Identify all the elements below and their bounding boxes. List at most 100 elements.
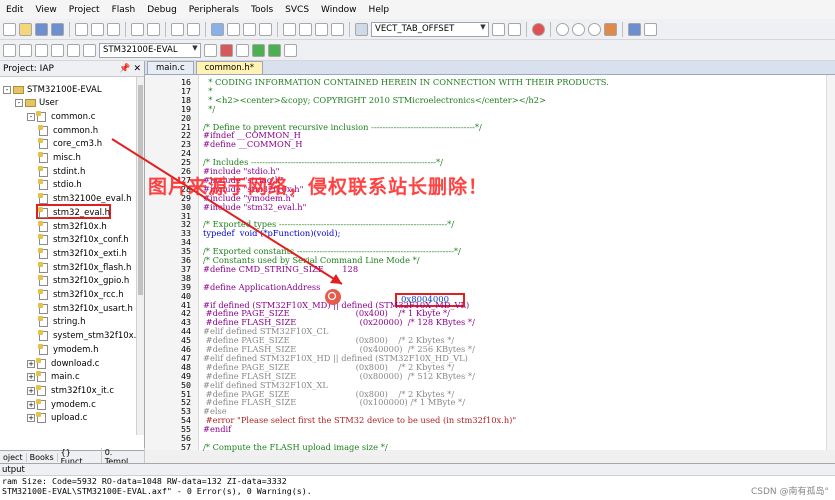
select-packs-icon[interactable] — [284, 43, 297, 57]
stop-build-icon[interactable] — [67, 43, 80, 57]
project-scrollbar[interactable] — [136, 77, 144, 435]
expand-toggle-icon[interactable]: - — [3, 85, 11, 94]
tree-item-label: STM32100E-EVAL — [27, 84, 102, 95]
chevron-down-icon[interactable]: ▼ — [478, 23, 488, 36]
tree-item[interactable]: stm32f10x_usart.h — [38, 302, 133, 315]
expand-toggle-icon[interactable]: - — [27, 112, 35, 121]
nav-forward-icon[interactable] — [187, 22, 200, 36]
expand-toggle-icon[interactable]: + — [27, 373, 35, 382]
tree-item[interactable]: stm32f10x_conf.h — [38, 234, 129, 247]
editor-scrollbar[interactable] — [826, 75, 835, 450]
manage-components-icon[interactable] — [220, 43, 233, 57]
tree-item[interactable]: + stm32f10x_it.c — [27, 384, 114, 397]
menu-svcs[interactable]: SVCS — [279, 5, 315, 15]
unindent-icon[interactable] — [299, 22, 312, 36]
tree-item[interactable]: - common.c — [27, 110, 95, 123]
tree-item[interactable]: stdio.h — [38, 179, 82, 192]
menu-debug[interactable]: Debug — [141, 5, 183, 15]
menu-window[interactable]: Window — [315, 5, 363, 15]
comment-icon[interactable] — [315, 22, 328, 36]
indent-icon[interactable] — [283, 22, 296, 36]
bookmark-icon[interactable] — [211, 22, 224, 36]
tree-item[interactable]: - User — [15, 97, 58, 110]
chevron-down-icon[interactable]: ▼ — [190, 44, 200, 57]
cut-icon[interactable] — [75, 22, 88, 36]
find-combo[interactable]: VECT_TAB_OFFSET ▼ — [371, 21, 489, 37]
editor-tab[interactable]: main.c — [147, 61, 194, 74]
header-file-icon — [38, 289, 48, 300]
tree-item[interactable]: common.h — [38, 124, 98, 137]
bookmark-next-icon[interactable] — [243, 22, 256, 36]
menu-project[interactable]: Project — [63, 5, 106, 15]
scrollbar-thumb[interactable] — [138, 85, 143, 295]
new-file-icon[interactable] — [3, 22, 16, 36]
menu-flash[interactable]: Flash — [106, 5, 142, 15]
tree-item[interactable]: stm32_eval.h — [38, 206, 110, 219]
panel-tab[interactable]: oject — [0, 452, 27, 462]
tree-item[interactable]: misc.h — [38, 152, 81, 165]
translate-icon[interactable] — [3, 43, 16, 57]
file-extensions-icon[interactable] — [236, 43, 249, 57]
bookmark-prev-icon[interactable] — [227, 22, 240, 36]
rebuild-icon[interactable] — [35, 43, 48, 57]
tree-item[interactable]: stdint.h — [38, 165, 85, 178]
tree-item[interactable]: stm32f10x_gpio.h — [38, 275, 129, 288]
expand-toggle-icon[interactable]: - — [15, 99, 23, 108]
target-combo[interactable]: STM32100E-EVAL ▼ — [99, 42, 201, 58]
menu-edit[interactable]: Edit — [0, 5, 29, 15]
tree-item[interactable]: - STM32100E-EVAL — [3, 83, 102, 96]
tree-item[interactable]: + ymodem.c — [27, 398, 96, 411]
save-icon[interactable] — [35, 22, 48, 36]
download-icon[interactable] — [83, 43, 96, 57]
menu-view[interactable]: View — [29, 5, 62, 15]
expand-toggle-icon[interactable]: + — [27, 400, 35, 409]
tree-item[interactable]: ymodem.h — [38, 343, 99, 356]
header-file-icon — [38, 316, 48, 328]
redo-icon[interactable] — [147, 22, 160, 36]
debug-start-icon[interactable] — [532, 22, 545, 36]
code-area[interactable]: 0x8004000 * CODING INFORMATION CONTAINED… — [199, 75, 835, 451]
tree-item[interactable]: stm32f10x.h — [38, 220, 107, 233]
close-icon[interactable]: ✕ — [133, 64, 141, 74]
expand-toggle-icon[interactable]: + — [27, 386, 35, 395]
copy-icon[interactable] — [91, 22, 104, 36]
build-icon[interactable] — [19, 43, 32, 57]
settings-icon[interactable] — [644, 22, 657, 36]
menu-peripherals[interactable]: Peripherals — [183, 5, 245, 15]
undo-icon[interactable] — [131, 22, 144, 36]
tree-item[interactable]: + upload.c — [27, 412, 87, 425]
expand-toggle-icon[interactable]: + — [27, 414, 35, 423]
tree-item[interactable]: stm32100e_eval.h — [38, 193, 131, 206]
tree-item[interactable]: stm32f10x_rcc.h — [38, 289, 124, 302]
batch-build-icon[interactable] — [51, 43, 64, 57]
tree-item[interactable]: string.h — [38, 316, 86, 329]
pin-icon[interactable]: 📌 — [119, 64, 130, 74]
run-time-env-icon[interactable] — [268, 43, 281, 57]
save-all-icon[interactable] — [51, 22, 64, 36]
menu-help[interactable]: Help — [363, 5, 396, 15]
tree-item[interactable]: system_stm32f10x.h — [38, 330, 142, 343]
open-file-icon[interactable] — [19, 22, 32, 36]
find-in-files-icon[interactable] — [492, 22, 505, 36]
expand-toggle-icon[interactable]: + — [27, 359, 35, 368]
uncomment-icon[interactable] — [331, 22, 344, 36]
breakpoint-disable-icon[interactable] — [572, 22, 585, 36]
incremental-find-icon[interactable] — [508, 22, 521, 36]
panel-tab[interactable]: Books — [27, 452, 58, 462]
window-layout-icon[interactable] — [628, 22, 641, 36]
menu-tools[interactable]: Tools — [245, 5, 279, 15]
breakpoint-icon[interactable] — [556, 22, 569, 36]
editor-tab[interactable]: common.h* — [195, 61, 263, 74]
breakpoint-clear-icon[interactable] — [588, 22, 601, 36]
pack-installer-icon[interactable] — [252, 43, 265, 57]
tree-item[interactable]: stm32f10x_flash.h — [38, 261, 131, 274]
bookmark-clear-icon[interactable] — [259, 22, 272, 36]
tree-item[interactable]: + main.c — [27, 371, 80, 384]
target-options-icon[interactable] — [204, 43, 217, 57]
nav-back-icon[interactable] — [171, 22, 184, 36]
tree-item[interactable]: stm32f10x_exti.h — [38, 247, 127, 260]
paste-icon[interactable] — [107, 22, 120, 36]
breakpoint-kill-icon[interactable] — [604, 22, 617, 36]
tree-item[interactable]: + download.c — [27, 357, 99, 370]
tree-item[interactable]: core_cm3.h — [38, 138, 102, 151]
